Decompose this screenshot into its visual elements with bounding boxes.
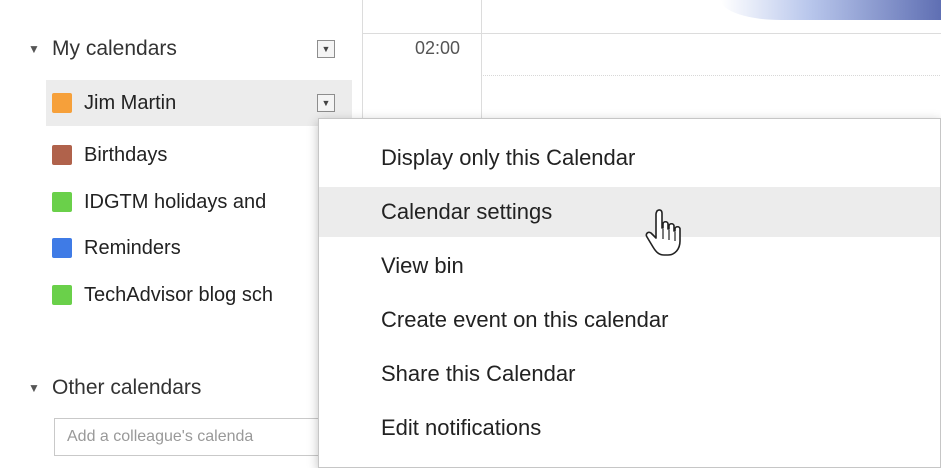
calendar-color-swatch[interactable] bbox=[52, 285, 72, 305]
menu-item-create-event[interactable]: Create event on this calendar bbox=[319, 295, 940, 345]
menu-item-label: Calendar settings bbox=[381, 199, 553, 224]
hour-gridline bbox=[363, 33, 941, 34]
calendar-item-birthdays[interactable]: Birthdays bbox=[46, 132, 352, 178]
calendar-label: Birthdays bbox=[84, 143, 168, 166]
calendar-label: Jim Martin bbox=[84, 91, 177, 114]
half-hour-gridline bbox=[481, 75, 941, 76]
calendar-color-swatch[interactable] bbox=[52, 93, 72, 113]
calendar-color-swatch[interactable] bbox=[52, 192, 72, 212]
menu-item-calendar-settings[interactable]: Calendar settings bbox=[319, 187, 940, 237]
chevron-down-icon: ▼ bbox=[321, 98, 331, 108]
menu-item-label: Edit notifications bbox=[381, 415, 542, 440]
time-label-0200: 02:00 bbox=[415, 38, 461, 58]
menu-item-label: View bin bbox=[381, 253, 464, 278]
calendar-item-idgtm-holidays[interactable]: IDGTM holidays and bbox=[46, 179, 352, 225]
menu-item-view-bin[interactable]: View bin bbox=[319, 241, 940, 291]
menu-item-label: Share this Calendar bbox=[381, 361, 576, 386]
calendar-menu-button[interactable]: ▼ bbox=[317, 94, 335, 112]
hand-pointer-icon bbox=[645, 209, 681, 256]
calendar-context-menu: Display only this Calendar Calendar sett… bbox=[318, 118, 941, 468]
calendar-label: IDGTM holidays and bbox=[84, 190, 267, 213]
menu-item-share-calendar[interactable]: Share this Calendar bbox=[319, 349, 940, 399]
menu-item-edit-notifications[interactable]: Edit notifications bbox=[319, 403, 940, 453]
sidebar: ▼ My calendars ▼ Jim Martin ▼ Birthdays … bbox=[0, 0, 362, 468]
add-colleague-calendar-input[interactable] bbox=[54, 418, 354, 456]
collapse-triangle-icon[interactable]: ▼ bbox=[28, 42, 42, 56]
collapse-triangle-icon[interactable]: ▼ bbox=[28, 381, 42, 395]
my-calendars-title: My calendars bbox=[52, 37, 177, 60]
menu-item-label: Create event on this calendar bbox=[381, 307, 669, 332]
calendar-label: Reminders bbox=[84, 236, 181, 259]
calendar-item-reminders[interactable]: Reminders bbox=[46, 225, 352, 271]
menu-item-display-only[interactable]: Display only this Calendar bbox=[319, 133, 940, 183]
calendar-label: TechAdvisor blog sch bbox=[84, 283, 273, 306]
calendar-item-techadvisor[interactable]: TechAdvisor blog sch bbox=[46, 272, 352, 318]
my-calendars-menu-button[interactable]: ▼ bbox=[317, 40, 335, 58]
other-calendars-header[interactable]: ▼ Other calendars bbox=[28, 376, 201, 400]
other-calendars-title: Other calendars bbox=[52, 376, 202, 399]
calendar-item-jim-martin[interactable]: Jim Martin bbox=[46, 80, 352, 126]
calendar-color-swatch[interactable] bbox=[52, 145, 72, 165]
my-calendars-header[interactable]: ▼ My calendars bbox=[28, 37, 177, 61]
menu-item-label: Display only this Calendar bbox=[381, 145, 636, 170]
chevron-down-icon: ▼ bbox=[321, 44, 331, 54]
decorative-corner bbox=[721, 0, 941, 20]
calendar-color-swatch[interactable] bbox=[52, 238, 72, 258]
